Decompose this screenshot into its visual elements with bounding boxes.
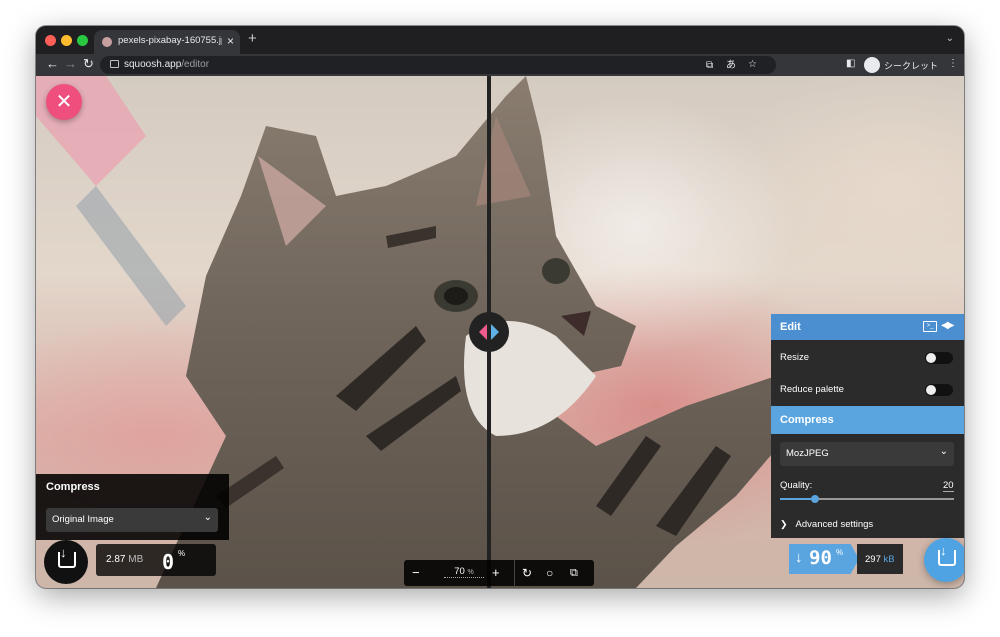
forward-button[interactable]: → (64, 56, 77, 72)
zoom-separator (514, 560, 515, 586)
reduce-palette-label: Reduce palette (780, 384, 844, 395)
edit-title: Edit (780, 321, 801, 333)
download-arrow-icon: ↓ (940, 543, 947, 558)
codec-select[interactable]: MozJPEG ⌄ (780, 442, 954, 466)
quality-slider-handle[interactable] (810, 495, 819, 503)
down-arrow-icon: ↓ (795, 549, 803, 566)
edit-header: Edit >_ ◀▶ (771, 314, 964, 340)
address-bar[interactable]: squoosh.app/editor ⧉ あ ☆ (100, 56, 776, 74)
compressed-result-info: ↓ 90 % 297 kB (789, 544, 903, 574)
compress-title: Compress (780, 414, 834, 426)
savings-percent: 90 (809, 547, 832, 569)
quality-slider-fill (780, 498, 815, 500)
chevron-down-icon: ⌄ (203, 512, 212, 523)
favicon-icon (102, 37, 112, 47)
resize-label: Resize (780, 352, 810, 363)
browser-toolbar: ← → ↻ squoosh.app/editor ⧉ あ ☆ ◧ シークレット … (36, 54, 964, 76)
zoom-level[interactable]: 70 % (444, 566, 484, 578)
quality-slider[interactable] (780, 495, 954, 503)
window-minimize-dot[interactable] (61, 35, 72, 46)
rotate-icon[interactable]: ↻ (522, 564, 532, 582)
incognito-icon (864, 57, 880, 73)
savings-percent-sign: % (836, 548, 844, 557)
resize-row: Resize (771, 342, 964, 374)
original-size-info: 2.87 MB 0 % (96, 544, 216, 576)
original-percent: 0 (162, 550, 175, 574)
tab-title: pexels-pixabay-160755.jpg - Sq (118, 35, 222, 46)
window-zoom-dot[interactable] (77, 35, 88, 46)
lock-icon (110, 60, 119, 68)
translate-icon[interactable]: あ (726, 59, 736, 73)
original-size-text: 2.87 MB (106, 554, 144, 565)
swap-sides-icon[interactable]: ◀▶ (941, 320, 954, 331)
browser-window: pexels-pixabay-160755.jpg - Sq × + ⌄ ← →… (36, 26, 964, 588)
arrow-left-icon (479, 324, 487, 340)
zoom-controls: − 70 % + ↻ ○ ⧉ (404, 560, 594, 586)
compressed-size: 297 kB (857, 544, 903, 574)
browser-tab[interactable]: pexels-pixabay-160755.jpg - Sq × (94, 30, 240, 54)
compressed-size-text: 297 kB (865, 554, 895, 565)
left-codec-select[interactable]: Original Image ⌄ (46, 508, 218, 532)
browser-menu-icon[interactable]: ⋮ (948, 57, 958, 71)
savings-badge: ↓ 90 % (789, 544, 859, 574)
url-text: squoosh.app/editor (124, 59, 210, 70)
back-button[interactable]: ← (46, 56, 59, 72)
terminal-icon[interactable]: >_ (923, 321, 937, 332)
left-options-panel: Compress Original Image ⌄ (36, 474, 229, 540)
download-arrow-icon: ↓ (60, 545, 67, 560)
close-button[interactable]: ✕ (46, 84, 82, 120)
reduce-palette-toggle[interactable] (925, 384, 953, 396)
zoom-in-button[interactable]: + (492, 564, 500, 582)
incognito-label: シークレット (884, 61, 939, 71)
zoom-out-button[interactable]: − (412, 564, 420, 582)
background-toggle-icon[interactable]: ○ (546, 564, 553, 582)
download-compressed-button[interactable]: ↓ (924, 538, 964, 582)
reduce-palette-row: Reduce palette (771, 374, 964, 406)
quality-label: Quality: (780, 480, 813, 491)
chevron-down-icon: ⌄ (939, 446, 948, 457)
toggle-knob (926, 385, 936, 395)
tab-search-icon[interactable]: ⌄ (946, 33, 954, 44)
toggle-knob (926, 353, 936, 363)
download-original-button[interactable]: ↓ (44, 540, 88, 584)
tab-strip: pexels-pixabay-160755.jpg - Sq × + ⌄ (36, 26, 964, 54)
edit-options-panel: Edit >_ ◀▶ Resize Reduce palette Compres… (771, 314, 964, 538)
chevron-right-icon: ❯ (780, 519, 788, 529)
editor-canvas[interactable]: ✕ Compress Original Image ⌄ ↓ 2.87 MB 0 … (36, 76, 964, 588)
codec-value: MozJPEG (786, 448, 829, 459)
reload-button[interactable]: ↻ (83, 56, 94, 72)
advanced-settings-toggle[interactable]: ❯ Advanced settings (780, 519, 873, 530)
left-codec-value: Original Image (52, 514, 114, 525)
arrow-right-icon (491, 324, 499, 340)
compress-header: Compress (771, 406, 964, 434)
quality-value-input[interactable]: 20 (943, 480, 954, 492)
new-tab-button[interactable]: + (248, 31, 257, 47)
side-panel-icon[interactable]: ◧ (846, 57, 855, 71)
tab-close-icon[interactable]: × (227, 34, 234, 48)
resize-toggle[interactable] (925, 352, 953, 364)
view-toggle-icon[interactable]: ⧉ (570, 564, 578, 582)
window-close-dot[interactable] (45, 35, 56, 46)
share-icon[interactable]: ⧉ (706, 59, 713, 73)
comparison-handle[interactable] (469, 312, 509, 352)
original-percent-sign: % (178, 549, 186, 558)
bookmark-star-icon[interactable]: ☆ (748, 58, 757, 72)
left-panel-title: Compress (46, 481, 100, 493)
